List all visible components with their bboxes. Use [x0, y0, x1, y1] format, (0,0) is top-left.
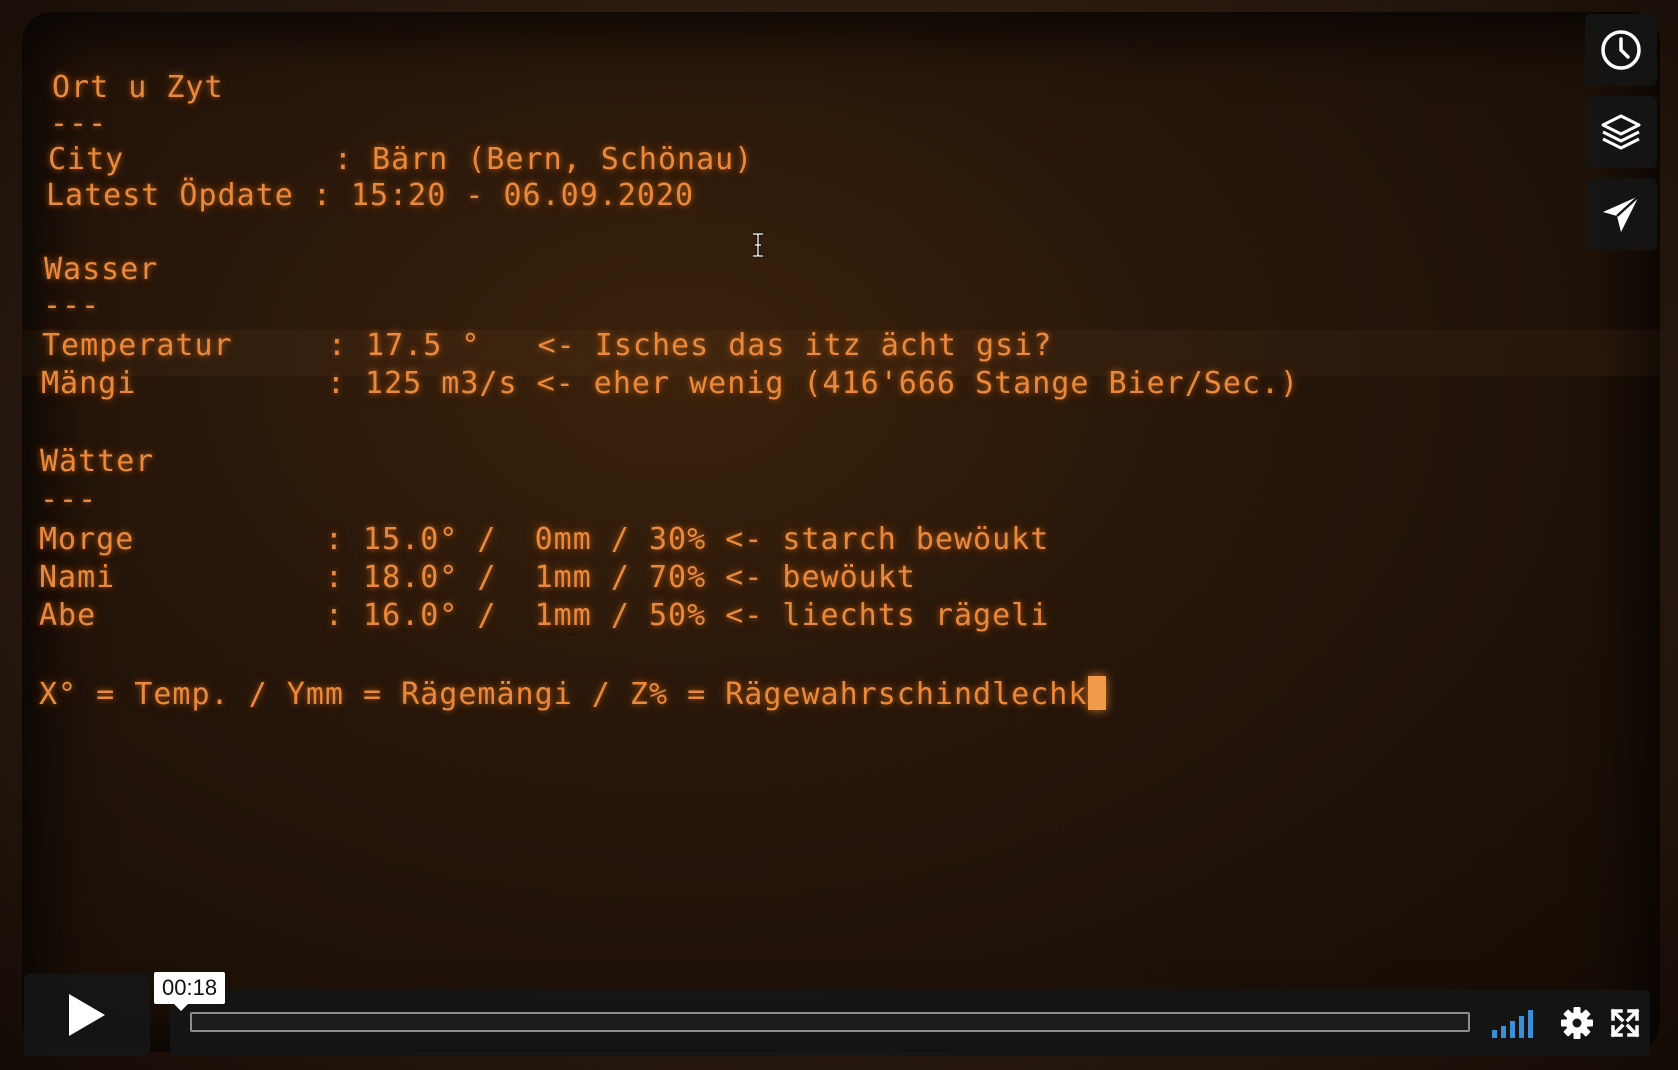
clock-icon: [1601, 30, 1641, 70]
terminal-line: ---: [43, 288, 101, 323]
terminal-line-text: X° = Temp. / Ymm = Rägemängi / Z% = Räge…: [39, 677, 1088, 712]
terminal-line: ---: [40, 482, 98, 517]
current-time-label: 00:18: [154, 972, 226, 1011]
terminal-line: ---: [50, 106, 108, 141]
terminal-line: Temperatur : 17.5 ° <- Isches das itz äc…: [42, 328, 1053, 363]
watch-later-button[interactable]: [1585, 14, 1657, 86]
send-icon: [1603, 195, 1640, 232]
ibeam-cursor-icon: [753, 232, 763, 258]
terminal-line: Morge : 15.0° / 0mm / 30% <- starch bewö…: [39, 522, 1050, 557]
play-button[interactable]: [24, 974, 150, 1056]
terminal-line: Abe : 16.0° / 1mm / 50% <- liechts rägel…: [39, 598, 1050, 633]
share-button[interactable]: [1585, 178, 1657, 250]
settings-icon[interactable]: [1560, 1006, 1594, 1040]
collections-button[interactable]: [1585, 96, 1657, 168]
text-cursor: [1088, 676, 1107, 710]
terminal-line: Mängi : 125 m3/s <- eher wenig (416'666 …: [41, 366, 1300, 401]
play-icon: [69, 994, 105, 1036]
fullscreen-icon[interactable]: [1610, 1008, 1640, 1038]
terminal-line: Wätter: [40, 444, 155, 479]
progress-bar[interactable]: [190, 1012, 1470, 1032]
terminal-line: Wasser: [44, 252, 159, 287]
terminal-line: Ort u Zyt: [52, 70, 224, 105]
terminal-line: Nami : 18.0° / 1mm / 70% <- bewöukt: [39, 560, 916, 595]
terminal-line: Latest Öpdate : 15:20 - 06.09.2020: [46, 178, 695, 213]
layers-icon: [1601, 114, 1641, 150]
control-bar: [170, 990, 1650, 1056]
volume-icon[interactable]: [1492, 1008, 1542, 1038]
terminal-prompt-line: X° = Temp. / Ymm = Rägemängi / Z% = Räge…: [39, 676, 1107, 712]
terminal-line: City : Bärn (Bern, Schönau): [48, 142, 754, 177]
